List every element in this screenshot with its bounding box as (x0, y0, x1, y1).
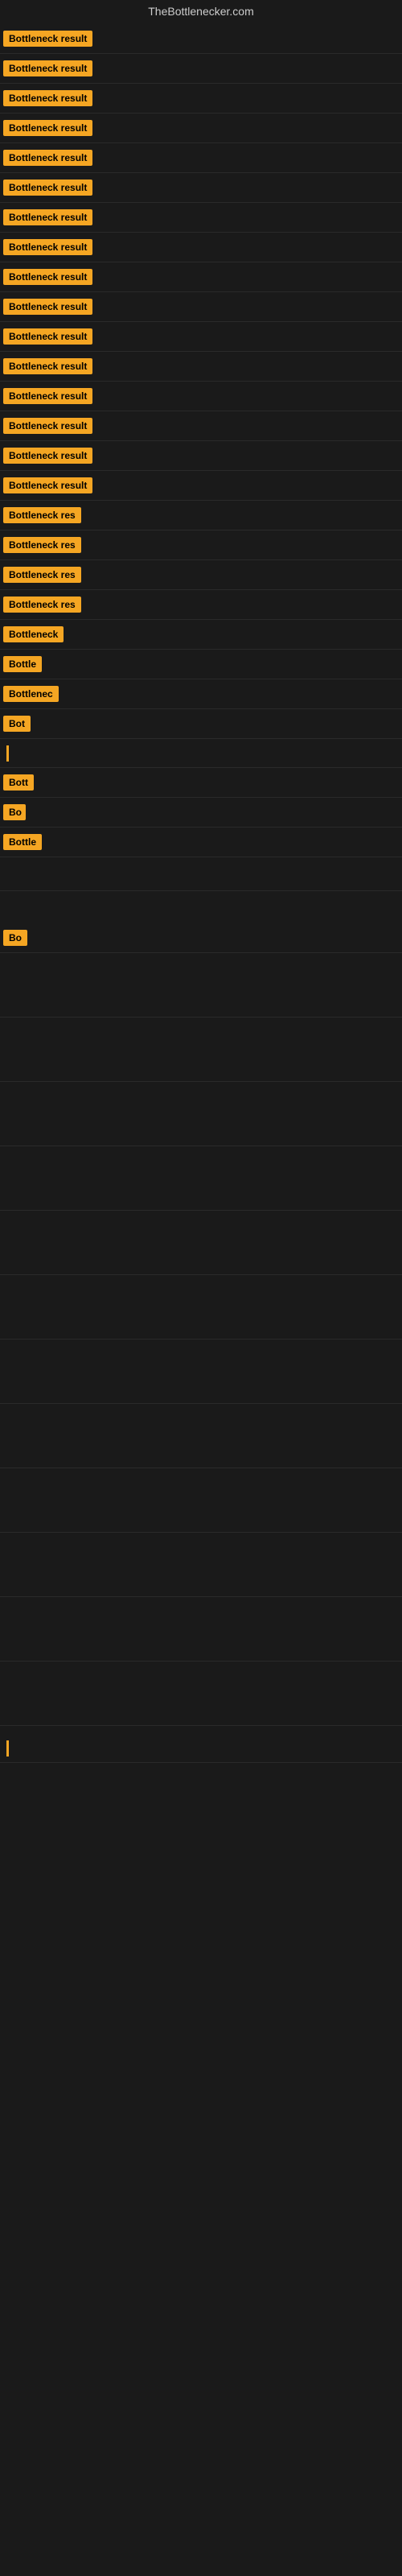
badge-9: Bottleneck result (3, 269, 92, 285)
site-title: TheBottlenecker.com (0, 0, 402, 23)
badge-18: Bottleneck res (3, 537, 81, 553)
badge-1: Bottleneck result (3, 31, 92, 47)
badge-27: Bo (3, 804, 26, 820)
row-36 (0, 1275, 402, 1340)
row-23: Bottlenec (0, 679, 402, 709)
row-9: Bottleneck result (0, 262, 402, 292)
row-5: Bottleneck result (0, 143, 402, 173)
row-1: Bottleneck result (0, 24, 402, 54)
badge-10: Bottleneck result (3, 299, 92, 315)
badge-8: Bottleneck result (3, 239, 92, 255)
row-24: Bot (0, 709, 402, 739)
row-7: Bottleneck result (0, 203, 402, 233)
row-20: Bottleneck res (0, 590, 402, 620)
row-22: Bottle (0, 650, 402, 679)
row-37 (0, 1340, 402, 1404)
row-42 (0, 1662, 402, 1726)
badge-21: Bottleneck (3, 626, 64, 642)
bar-indicator-1 (6, 745, 9, 762)
row-28: Bottle (0, 828, 402, 857)
row-21: Bottleneck (0, 620, 402, 650)
badge-30: Bo (3, 930, 27, 946)
badge-12: Bottleneck result (3, 358, 92, 374)
row-33 (0, 1082, 402, 1146)
row-bottom (0, 1734, 402, 1763)
row-25 (0, 739, 402, 768)
row-8: Bottleneck result (0, 233, 402, 262)
row-30: Bo (0, 923, 402, 953)
row-15: Bottleneck result (0, 441, 402, 471)
badge-13: Bottleneck result (3, 388, 92, 404)
row-18: Bottleneck res (0, 530, 402, 560)
badge-22: Bottle (3, 656, 42, 672)
badge-28: Bottle (3, 834, 42, 850)
row-13: Bottleneck result (0, 382, 402, 411)
row-41 (0, 1597, 402, 1662)
row-29 (0, 857, 402, 891)
badge-2: Bottleneck result (3, 60, 92, 76)
badge-23: Bottlenec (3, 686, 59, 702)
row-2: Bottleneck result (0, 54, 402, 84)
badge-6: Bottleneck result (3, 180, 92, 196)
row-17: Bottleneck res (0, 501, 402, 530)
row-12: Bottleneck result (0, 352, 402, 382)
bar-indicator-2 (6, 1740, 9, 1757)
row-26: Bott (0, 768, 402, 798)
badge-17: Bottleneck res (3, 507, 81, 523)
row-31 (0, 953, 402, 1018)
badge-20: Bottleneck res (3, 597, 81, 613)
badge-14: Bottleneck result (3, 418, 92, 434)
row-19: Bottleneck res (0, 560, 402, 590)
row-40 (0, 1533, 402, 1597)
row-34 (0, 1146, 402, 1211)
badge-4: Bottleneck result (3, 120, 92, 136)
row-35 (0, 1211, 402, 1275)
row-16: Bottleneck result (0, 471, 402, 501)
badge-16: Bottleneck result (3, 477, 92, 493)
row-27: Bo (0, 798, 402, 828)
badge-7: Bottleneck result (3, 209, 92, 225)
row-4: Bottleneck result (0, 114, 402, 143)
badge-11: Bottleneck result (3, 328, 92, 345)
row-10: Bottleneck result (0, 292, 402, 322)
row-3: Bottleneck result (0, 84, 402, 114)
badge-3: Bottleneck result (3, 90, 92, 106)
badge-24: Bot (3, 716, 31, 732)
row-14: Bottleneck result (0, 411, 402, 441)
row-6: Bottleneck result (0, 173, 402, 203)
badge-5: Bottleneck result (3, 150, 92, 166)
badge-26: Bott (3, 774, 34, 791)
row-11: Bottleneck result (0, 322, 402, 352)
badge-19: Bottleneck res (3, 567, 81, 583)
row-39 (0, 1468, 402, 1533)
badge-15: Bottleneck result (3, 448, 92, 464)
row-32 (0, 1018, 402, 1082)
row-38 (0, 1404, 402, 1468)
